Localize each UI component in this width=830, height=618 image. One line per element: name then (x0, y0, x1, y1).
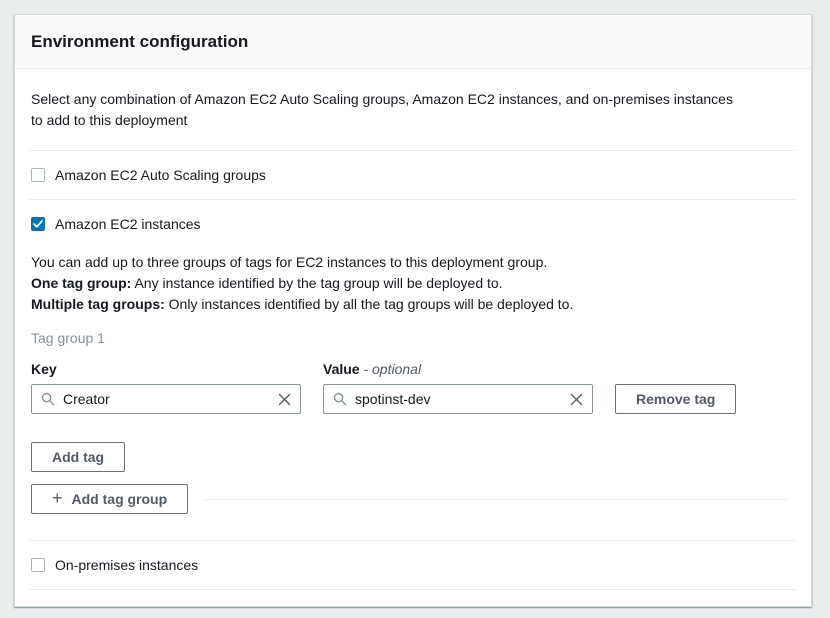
on-premises-label: On-premises instances (55, 557, 198, 573)
help-line-3: Multiple tag groups: Only instances iden… (31, 294, 795, 315)
tag-inputs-row: Remove tag (31, 384, 795, 414)
clear-key-button[interactable] (278, 393, 291, 406)
help-line-2-text: Any instance identified by the tag group… (131, 275, 502, 291)
tag-groups-help-text: You can add up to three groups of tags f… (31, 252, 795, 315)
panel-header: Environment configuration (15, 15, 811, 69)
close-icon (570, 393, 583, 406)
field-labels-row: Key Value - optional (31, 361, 795, 377)
tag-groups-section: You can add up to three groups of tags f… (15, 248, 811, 540)
tag-group-title: Tag group 1 (31, 330, 795, 346)
key-input-container (31, 384, 301, 414)
value-label: Value - optional (323, 361, 421, 377)
value-input-container (323, 384, 593, 414)
auto-scaling-groups-label: Amazon EC2 Auto Scaling groups (55, 167, 266, 183)
remove-tag-button[interactable]: Remove tag (615, 384, 736, 414)
page: Environment configuration Select any com… (0, 0, 830, 607)
auto-scaling-groups-checkbox[interactable] (31, 168, 45, 182)
plus-icon: + (52, 489, 63, 507)
help-line-3-term: Multiple tag groups: (31, 296, 165, 312)
add-tag-group-button[interactable]: + Add tag group (31, 484, 188, 514)
intro-text: Select any combination of Amazon EC2 Aut… (15, 71, 755, 150)
key-input[interactable] (63, 391, 278, 407)
checkbox-row-auto-scaling-groups[interactable]: Amazon EC2 Auto Scaling groups (15, 151, 811, 199)
divider (204, 499, 789, 500)
help-line-1: You can add up to three groups of tags f… (31, 252, 795, 273)
add-tag-group-row: + Add tag group (31, 484, 795, 540)
clear-value-button[interactable] (570, 393, 583, 406)
close-icon (278, 393, 291, 406)
divider (29, 589, 797, 590)
search-icon (41, 392, 55, 406)
panel-title: Environment configuration (31, 32, 791, 52)
value-label-text: Value (323, 361, 363, 377)
panel-body: Select any combination of Amazon EC2 Aut… (15, 69, 811, 606)
on-premises-checkbox[interactable] (31, 558, 45, 572)
value-optional-text: - optional (363, 361, 421, 377)
environment-configuration-panel: Environment configuration Select any com… (14, 14, 812, 607)
checkbox-row-ec2-instances[interactable]: Amazon EC2 instances (15, 200, 811, 248)
checkmark-icon (33, 220, 43, 228)
checkbox-row-on-premises[interactable]: On-premises instances (15, 541, 811, 589)
add-tag-button[interactable]: Add tag (31, 442, 125, 472)
help-line-2: One tag group: Any instance identified b… (31, 273, 795, 294)
help-line-2-term: One tag group: (31, 275, 131, 291)
ec2-instances-label: Amazon EC2 instances (55, 216, 201, 232)
search-icon (333, 392, 347, 406)
add-tag-group-label: Add tag group (72, 491, 168, 507)
value-input[interactable] (355, 391, 570, 407)
key-label: Key (31, 361, 323, 377)
ec2-instances-checkbox[interactable] (31, 217, 45, 231)
help-line-3-text: Only instances identified by all the tag… (165, 296, 574, 312)
